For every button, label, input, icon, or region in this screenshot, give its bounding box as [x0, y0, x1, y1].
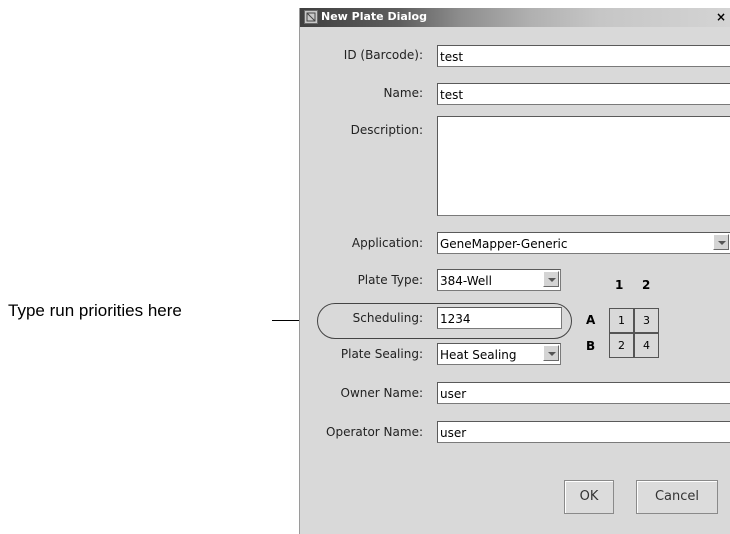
plate-sealing-value: Heat Sealing	[440, 348, 517, 362]
description-label: Description:	[350, 123, 423, 137]
name-input[interactable]: test	[437, 83, 730, 105]
dialog-title: New Plate Dialog	[321, 10, 427, 23]
chevron-down-icon[interactable]	[543, 345, 559, 361]
ok-button[interactable]: OK	[564, 480, 614, 514]
new-plate-dialog: New Plate Dialog × ID (Barcode): test Na…	[299, 8, 730, 534]
cancel-button[interactable]: Cancel	[636, 480, 718, 514]
app-icon	[304, 10, 318, 24]
operator-name-input[interactable]: user	[437, 421, 730, 443]
id-input[interactable]: test	[437, 45, 730, 67]
close-button[interactable]: ×	[716, 10, 730, 24]
plate-type-value: 384-Well	[440, 274, 492, 288]
application-select[interactable]: GeneMapper-Generic	[437, 232, 730, 254]
scheduling-input[interactable]: 1234	[437, 307, 562, 329]
grid-cell: 1	[609, 308, 634, 333]
application-label: Application:	[351, 236, 423, 250]
name-label: Name:	[383, 86, 423, 100]
owner-name-label: Owner Name:	[340, 386, 423, 400]
application-value: GeneMapper-Generic	[440, 237, 568, 251]
grid-cell: 2	[609, 333, 634, 358]
owner-name-input[interactable]: user	[437, 382, 730, 404]
chevron-down-icon[interactable]	[543, 271, 559, 287]
grid-column-header: 2	[642, 278, 651, 292]
title-bar[interactable]: New Plate Dialog ×	[300, 8, 730, 27]
grid-cell: 4	[634, 333, 659, 358]
id-label: ID (Barcode):	[343, 48, 423, 62]
grid-column-header: 1	[615, 278, 624, 292]
grid-row-header: A	[586, 313, 596, 327]
chevron-down-icon[interactable]	[713, 234, 729, 250]
grid-row-header: B	[586, 339, 596, 353]
callout-text: Type run priorities here	[8, 301, 182, 320]
scheduling-label: Scheduling:	[352, 311, 423, 325]
plate-sealing-label: Plate Sealing:	[340, 347, 423, 361]
plate-type-select[interactable]: 384-Well	[437, 269, 561, 291]
plate-sealing-select[interactable]: Heat Sealing	[437, 343, 561, 365]
operator-name-label: Operator Name:	[326, 425, 423, 439]
description-textarea[interactable]	[437, 116, 730, 216]
plate-type-label: Plate Type:	[357, 273, 423, 287]
grid-cell: 3	[634, 308, 659, 333]
